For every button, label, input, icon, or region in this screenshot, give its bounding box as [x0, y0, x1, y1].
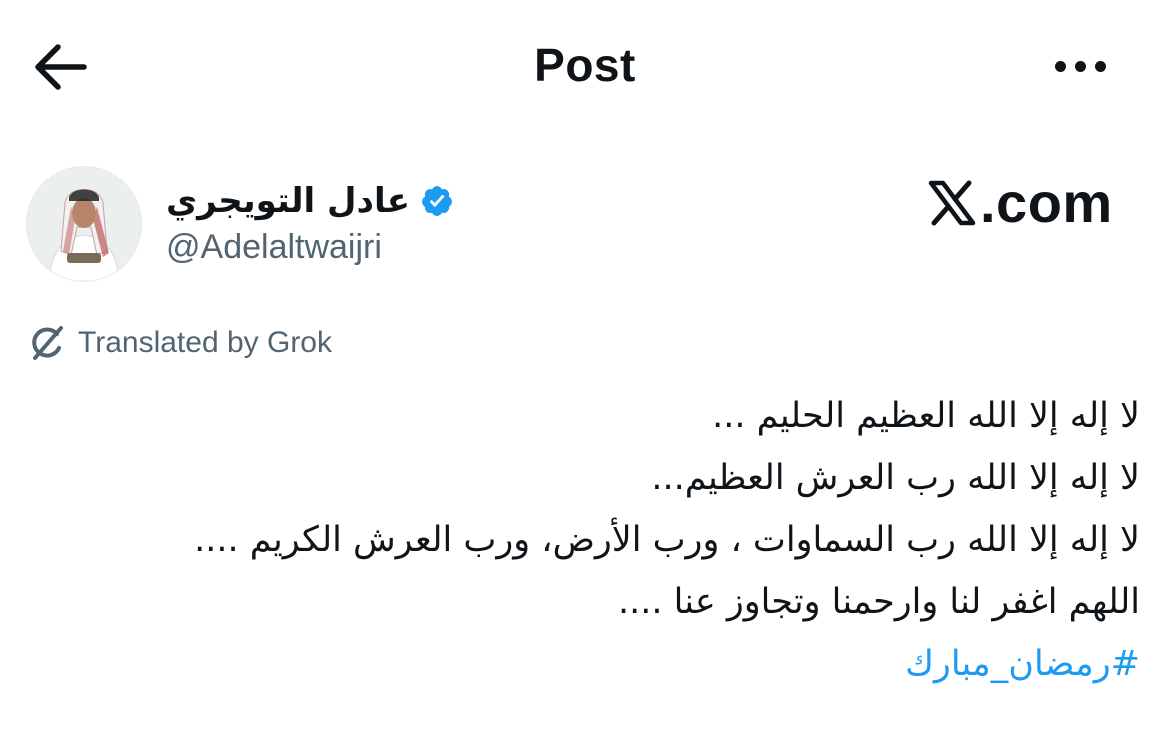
x-com-text: .com	[980, 171, 1113, 234]
x-logo-icon	[928, 180, 976, 225]
more-options-button[interactable]	[1055, 55, 1117, 79]
verified-badge-icon	[422, 186, 452, 216]
author-display-name: عادل التويجري	[166, 181, 410, 221]
translated-by-grok[interactable]: Translated by Grok	[28, 324, 332, 362]
post-line: لا إله إلا الله رب العرش العظيم...	[651, 458, 1140, 498]
post-line: اللهم اغفر لنا وارحمنا وتجاوز عنا ....	[617, 582, 1140, 622]
hashtag-link[interactable]: #رمضان_مبارك	[30, 633, 1140, 695]
top-bar: Post	[0, 0, 1170, 135]
more-dots-icon	[1055, 61, 1066, 72]
grok-icon	[32, 326, 63, 360]
page-title: Post	[534, 39, 636, 91]
translated-label: Translated by Grok	[78, 326, 332, 359]
author-name-row[interactable]: عادل التويجري	[166, 176, 454, 226]
post-line: لا إله إلا الله العظيم الحليم ...	[712, 396, 1140, 436]
post-text: لا إله إلا الله العظيم الحليم ... لا إله…	[30, 385, 1140, 695]
post-line: لا إله إلا الله رب السماوات ، ورب الأرض،…	[194, 520, 1140, 560]
x-com-watermark: .com	[928, 170, 1113, 235]
author-handle[interactable]: @Adelaltwaijri	[166, 228, 382, 267]
avatar[interactable]	[26, 166, 142, 282]
